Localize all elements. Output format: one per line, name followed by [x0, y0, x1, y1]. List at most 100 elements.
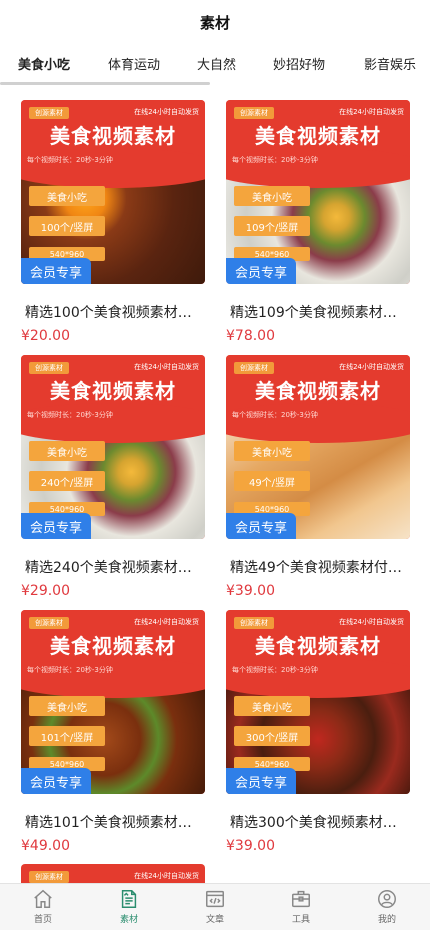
poster-category-pill: 美食小吃: [29, 441, 105, 461]
member-badge: 会员专享: [226, 258, 297, 284]
member-badge: 会员专享: [226, 513, 297, 539]
nav-label: 首页: [33, 915, 52, 925]
poster-online-text: 在线24小时自动发货: [339, 363, 404, 371]
home-icon: [34, 889, 52, 908]
product-image: 创源素材 在线24小时自动发货 美食视频素材 每个视频时长：20秒-3分钟 美食…: [226, 355, 410, 539]
poster-online-text: 在线24小时自动发货: [134, 872, 199, 880]
member-badge: 会员专享: [226, 768, 297, 794]
nav-home[interactable]: 首页: [0, 884, 86, 930]
poster-count-pill: 49个/竖屏: [234, 471, 310, 491]
poster-count-pill: 101个/竖屏: [29, 726, 105, 746]
nav-label: 素材: [119, 915, 138, 925]
material-icon: [121, 890, 137, 908]
product-card[interactable]: 创源素材 在线24小时自动发货 美食视频素材 每个视频时长：20秒-3分钟 美食…: [21, 100, 205, 344]
member-badge: 会员专享: [21, 258, 92, 284]
poster-count-pill: 300个/竖屏: [234, 726, 310, 746]
page-title: 素材: [199, 13, 230, 32]
top-bar: 素材: [0, 0, 430, 44]
nav-article[interactable]: 文章: [172, 884, 258, 930]
product-price: ¥29.00: [21, 583, 70, 599]
poster-wave: [226, 148, 410, 188]
bottom-nav: 首页 素材 文章 工具 我的: [0, 883, 430, 930]
poster-headline: 美食视频素材: [255, 379, 381, 403]
poster-duration: 每个视频时长：20秒-3分钟: [232, 666, 318, 674]
toolbox-icon: [292, 890, 310, 908]
nav-label: 工具: [291, 915, 310, 925]
poster-duration: 每个视频时长：20秒-3分钟: [27, 156, 113, 164]
product-title[interactable]: 精选49个美食视频素材付…: [226, 557, 410, 577]
profile-icon: [378, 890, 396, 908]
member-badge: 会员专享: [21, 768, 92, 794]
tab-entertainment[interactable]: 影音娱乐: [364, 50, 416, 73]
nav-material[interactable]: 素材: [86, 884, 172, 930]
poster-category-pill: 美食小吃: [234, 441, 310, 461]
poster-wave: [226, 403, 410, 443]
poster-tag: 创源素材: [234, 107, 274, 119]
nav-tools[interactable]: 工具: [258, 884, 344, 930]
nav-label: 我的: [377, 915, 396, 925]
poster-headline: 美食视频素材: [255, 634, 381, 658]
poster-category-pill: 美食小吃: [234, 186, 310, 206]
product-card[interactable]: 创源素材 在线24小时自动发货 美食视频素材 每个视频时长：20秒-3分钟 美食…: [226, 100, 410, 344]
category-tabs: 美食小吃 体育运动 大自然 妙招好物 影音娱乐: [0, 50, 430, 84]
poster-count-pill: 240个/竖屏: [29, 471, 105, 491]
product-card[interactable]: 创源素材 在线24小时自动发货 美食视频素材 每个视频时长：20秒-3分钟 美食…: [226, 610, 410, 854]
product-price: ¥39.00: [226, 838, 275, 854]
poster-wave: [21, 658, 205, 698]
poster-duration: 每个视频时长：20秒-3分钟: [27, 666, 113, 674]
poster-duration: 每个视频时长：20秒-3分钟: [27, 411, 113, 419]
nav-label: 文章: [205, 915, 224, 925]
tab-sports[interactable]: 体育运动: [108, 50, 160, 73]
poster-tag: 创源素材: [29, 871, 69, 883]
poster-category-pill: 美食小吃: [29, 186, 105, 206]
poster-duration: 每个视频时长：20秒-3分钟: [232, 411, 318, 419]
product-price: ¥78.00: [226, 328, 275, 344]
tab-food[interactable]: 美食小吃: [18, 50, 70, 73]
product-card[interactable]: 创源素材 在线24小时自动发货 美食视频素材 每个视频时长：20秒-3分钟 美食…: [21, 610, 205, 854]
product-price: ¥39.00: [226, 583, 275, 599]
product-price: ¥20.00: [21, 328, 70, 344]
product-image: 创源素材 在线24小时自动发货 美食视频素材 每个视频时长：20秒-3分钟 美食…: [226, 610, 410, 794]
poster-headline: 美食视频素材: [50, 124, 176, 148]
poster-wave: [21, 148, 205, 188]
product-title[interactable]: 精选100个美食视频素材…: [21, 302, 205, 322]
poster-online-text: 在线24小时自动发货: [339, 108, 404, 116]
poster-tag: 创源素材: [29, 362, 69, 374]
poster-headline: 美食视频素材: [50, 379, 176, 403]
product-image: 创源素材 在线24小时自动发货 美食视频素材 每个视频时长：20秒-3分钟 美食…: [226, 100, 410, 284]
poster-category-pill: 美食小吃: [29, 696, 105, 716]
poster-online-text: 在线24小时自动发货: [134, 363, 199, 371]
product-price: ¥49.00: [21, 838, 70, 854]
product-card[interactable]: 创源素材 在线24小时自动发货 美食视频素材 每个视频时长：20秒-3分钟 美食…: [226, 355, 410, 599]
member-badge: 会员专享: [21, 513, 92, 539]
poster-category-pill: 美食小吃: [234, 696, 310, 716]
poster-tag: 创源素材: [29, 617, 69, 629]
poster-online-text: 在线24小时自动发货: [134, 108, 199, 116]
poster-count-pill: 100个/竖屏: [29, 216, 105, 236]
poster-tag: 创源素材: [29, 107, 69, 119]
product-title[interactable]: 精选101个美食视频素材…: [21, 812, 205, 832]
product-title[interactable]: 精选300个美食视频素材…: [226, 812, 410, 832]
nav-profile[interactable]: 我的: [344, 884, 430, 930]
poster-wave: [226, 658, 410, 698]
tab-gadgets[interactable]: 妙招好物: [273, 50, 325, 73]
product-image: 创源素材 在线24小时自动发货 美食视频素材 每个视频时长：20秒-3分钟 美食…: [21, 610, 205, 794]
product-title[interactable]: 精选109个美食视频素材…: [226, 302, 410, 322]
product-title[interactable]: 精选240个美食视频素材…: [21, 557, 205, 577]
poster-headline: 美食视频素材: [50, 634, 176, 658]
tab-nature[interactable]: 大自然: [197, 50, 236, 73]
product-image: 创源素材 在线24小时自动发货 美食视频素材 每个视频时长：20秒-3分钟 美食…: [21, 355, 205, 539]
poster-count-pill: 109个/竖屏: [234, 216, 310, 236]
poster-tag: 创源素材: [234, 362, 274, 374]
poster-online-text: 在线24小时自动发货: [134, 618, 199, 626]
article-icon: [206, 890, 224, 908]
tab-scroll-indicator: [0, 82, 210, 85]
poster-headline: 美食视频素材: [255, 124, 381, 148]
poster-online-text: 在线24小时自动发货: [339, 618, 404, 626]
poster-tag: 创源素材: [234, 617, 274, 629]
poster-wave: [21, 403, 205, 443]
product-card-partial[interactable]: 创源素材 在线24小时自动发货: [21, 864, 205, 884]
product-card[interactable]: 创源素材 在线24小时自动发货 美食视频素材 每个视频时长：20秒-3分钟 美食…: [21, 355, 205, 599]
product-image: 创源素材 在线24小时自动发货 美食视频素材 每个视频时长：20秒-3分钟 美食…: [21, 100, 205, 284]
poster-duration: 每个视频时长：20秒-3分钟: [232, 156, 318, 164]
